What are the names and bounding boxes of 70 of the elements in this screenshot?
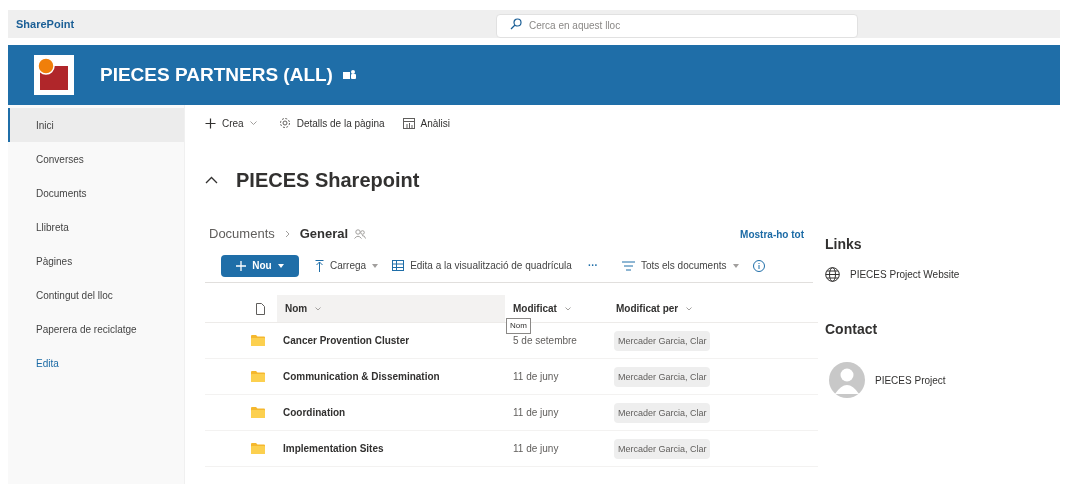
chart-icon	[402, 117, 415, 129]
site-logo[interactable]	[34, 55, 74, 95]
create-button[interactable]: Crea	[205, 115, 257, 131]
section-heading: Contact	[825, 320, 879, 338]
date-cell-text: 5 de setembre	[512, 334, 578, 348]
collapse-icon[interactable]	[205, 176, 218, 184]
caret-icon	[372, 263, 379, 268]
tooltip: Nom	[506, 318, 531, 334]
folder-name[interactable]: Cancer Provention Cluster	[277, 333, 505, 348]
folder-icon	[251, 335, 265, 346]
date-cell-text: 11 de juny	[512, 442, 560, 456]
page-details-button[interactable]: Detalls de la pàgina	[278, 115, 385, 131]
upload-button[interactable]: Carrega	[315, 258, 379, 273]
app-name[interactable]: SharePoint	[8, 15, 75, 33]
upload-icon	[315, 259, 324, 272]
folder-name[interactable]: Communication & Dissemination	[277, 369, 505, 384]
more-button[interactable]: ···	[587, 258, 598, 273]
date-cell-text: 11 de juny	[512, 406, 560, 420]
chevron-down-icon	[249, 120, 257, 126]
folder-icon	[251, 443, 265, 454]
folder-icon	[251, 371, 265, 382]
plus-icon	[205, 117, 216, 129]
folder-name[interactable]: Coordination	[277, 405, 505, 420]
nav-item[interactable]: Converses	[8, 142, 184, 176]
website-link[interactable]: PIECES Project Website	[825, 267, 1060, 282]
column-header[interactable]: Nom	[277, 295, 505, 322]
plus-icon	[236, 260, 247, 271]
people-icon	[354, 229, 367, 239]
person-tag[interactable]: Mercader Garcia, Clar	[614, 366, 710, 387]
caret-icon	[732, 263, 739, 268]
globe-icon	[825, 267, 840, 282]
date-cell-text: 11 de juny	[512, 370, 560, 384]
search-field[interactable]: Cerca en aquest lloc	[496, 13, 858, 38]
search-icon	[510, 18, 522, 30]
chevron-icon	[284, 230, 290, 238]
view-selector[interactable]: Tots els documents	[621, 258, 739, 273]
edit-link[interactable]: Edita	[8, 346, 184, 380]
nav-item[interactable]: Documents	[8, 176, 184, 210]
chevron-down-icon	[564, 306, 571, 311]
nav-item[interactable]: Pàgines	[8, 244, 184, 278]
file-type-icon	[256, 302, 265, 315]
person-tag[interactable]: Mercader Garcia, Clar	[614, 402, 710, 423]
section-heading: Links	[825, 235, 863, 253]
site-title: PIECES PARTNERS (ALL)	[100, 62, 333, 87]
caret-icon	[277, 263, 284, 268]
teams-icon[interactable]	[342, 69, 356, 81]
grid-icon	[392, 260, 405, 271]
info-icon[interactable]	[752, 259, 765, 272]
grid-edit-button[interactable]: Edita a la visualització de quadrícula	[392, 258, 572, 273]
nav-item[interactable]: Inici	[8, 108, 184, 142]
show-all-link[interactable]: Mostra-ho tot	[740, 226, 804, 242]
nav-item[interactable]: Llibreta	[8, 210, 184, 244]
nav-item[interactable]: Contingut del lloc	[8, 278, 184, 312]
person-tag[interactable]: Mercader Garcia, Clar	[614, 330, 710, 351]
gear-icon	[278, 117, 291, 129]
folder-name[interactable]: Implementation Sites	[277, 441, 505, 456]
breadcrumb-current: General	[299, 225, 349, 244]
nav-item[interactable]: Paperera de reciclatge	[8, 312, 184, 346]
new-button[interactable]: Nou	[221, 254, 299, 277]
analytics-button[interactable]: Anàlisi	[402, 115, 450, 131]
avatar-icon	[829, 362, 865, 398]
chevron-down-icon	[686, 306, 693, 311]
breadcrumb-link[interactable]: Documents	[209, 224, 275, 244]
column-header[interactable]: Modificat per	[608, 295, 718, 322]
person-tag[interactable]: Mercader Garcia, Clar	[614, 438, 710, 459]
filter-icon	[621, 260, 635, 271]
folder-icon	[251, 407, 265, 418]
page-title: PIECES Sharepoint	[236, 168, 420, 193]
contact-name[interactable]: PIECES Project	[875, 372, 946, 388]
chevron-down-icon	[315, 306, 322, 311]
